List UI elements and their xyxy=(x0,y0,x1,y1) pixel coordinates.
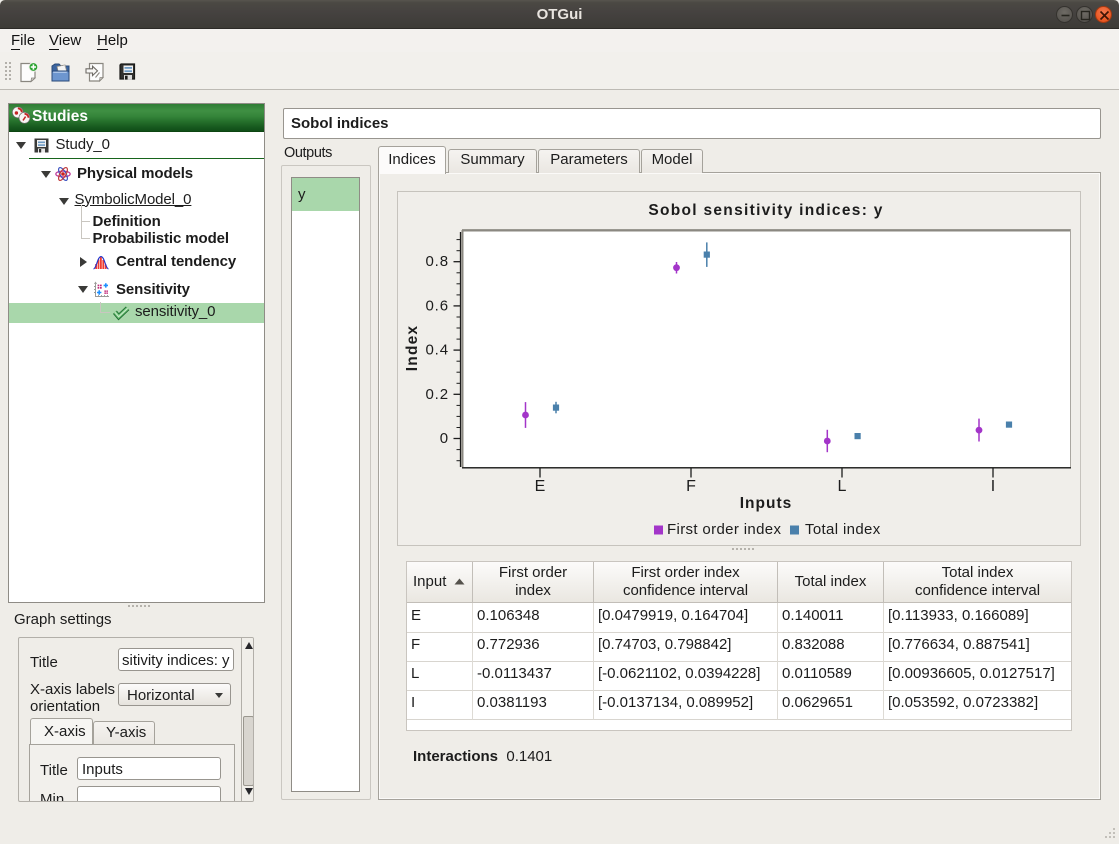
svg-text:0.4: 0.4 xyxy=(425,342,449,359)
svg-text:0.8: 0.8 xyxy=(425,253,449,270)
svg-text:Total index: Total index xyxy=(805,521,881,538)
svg-text:0: 0 xyxy=(440,430,449,447)
svg-text:L: L xyxy=(838,478,847,495)
svg-text:I: I xyxy=(991,478,995,495)
svg-text:F: F xyxy=(686,478,696,495)
svg-text:First order index: First order index xyxy=(667,521,781,538)
svg-text:0.6: 0.6 xyxy=(425,297,449,314)
svg-text:Inputs: Inputs xyxy=(740,495,793,512)
svg-text:Sobol sensitivity indices: y: Sobol sensitivity indices: y xyxy=(648,202,883,219)
svg-text:E: E xyxy=(535,478,546,495)
svg-text:Index: Index xyxy=(404,325,421,371)
svg-text:0.2: 0.2 xyxy=(425,386,449,403)
